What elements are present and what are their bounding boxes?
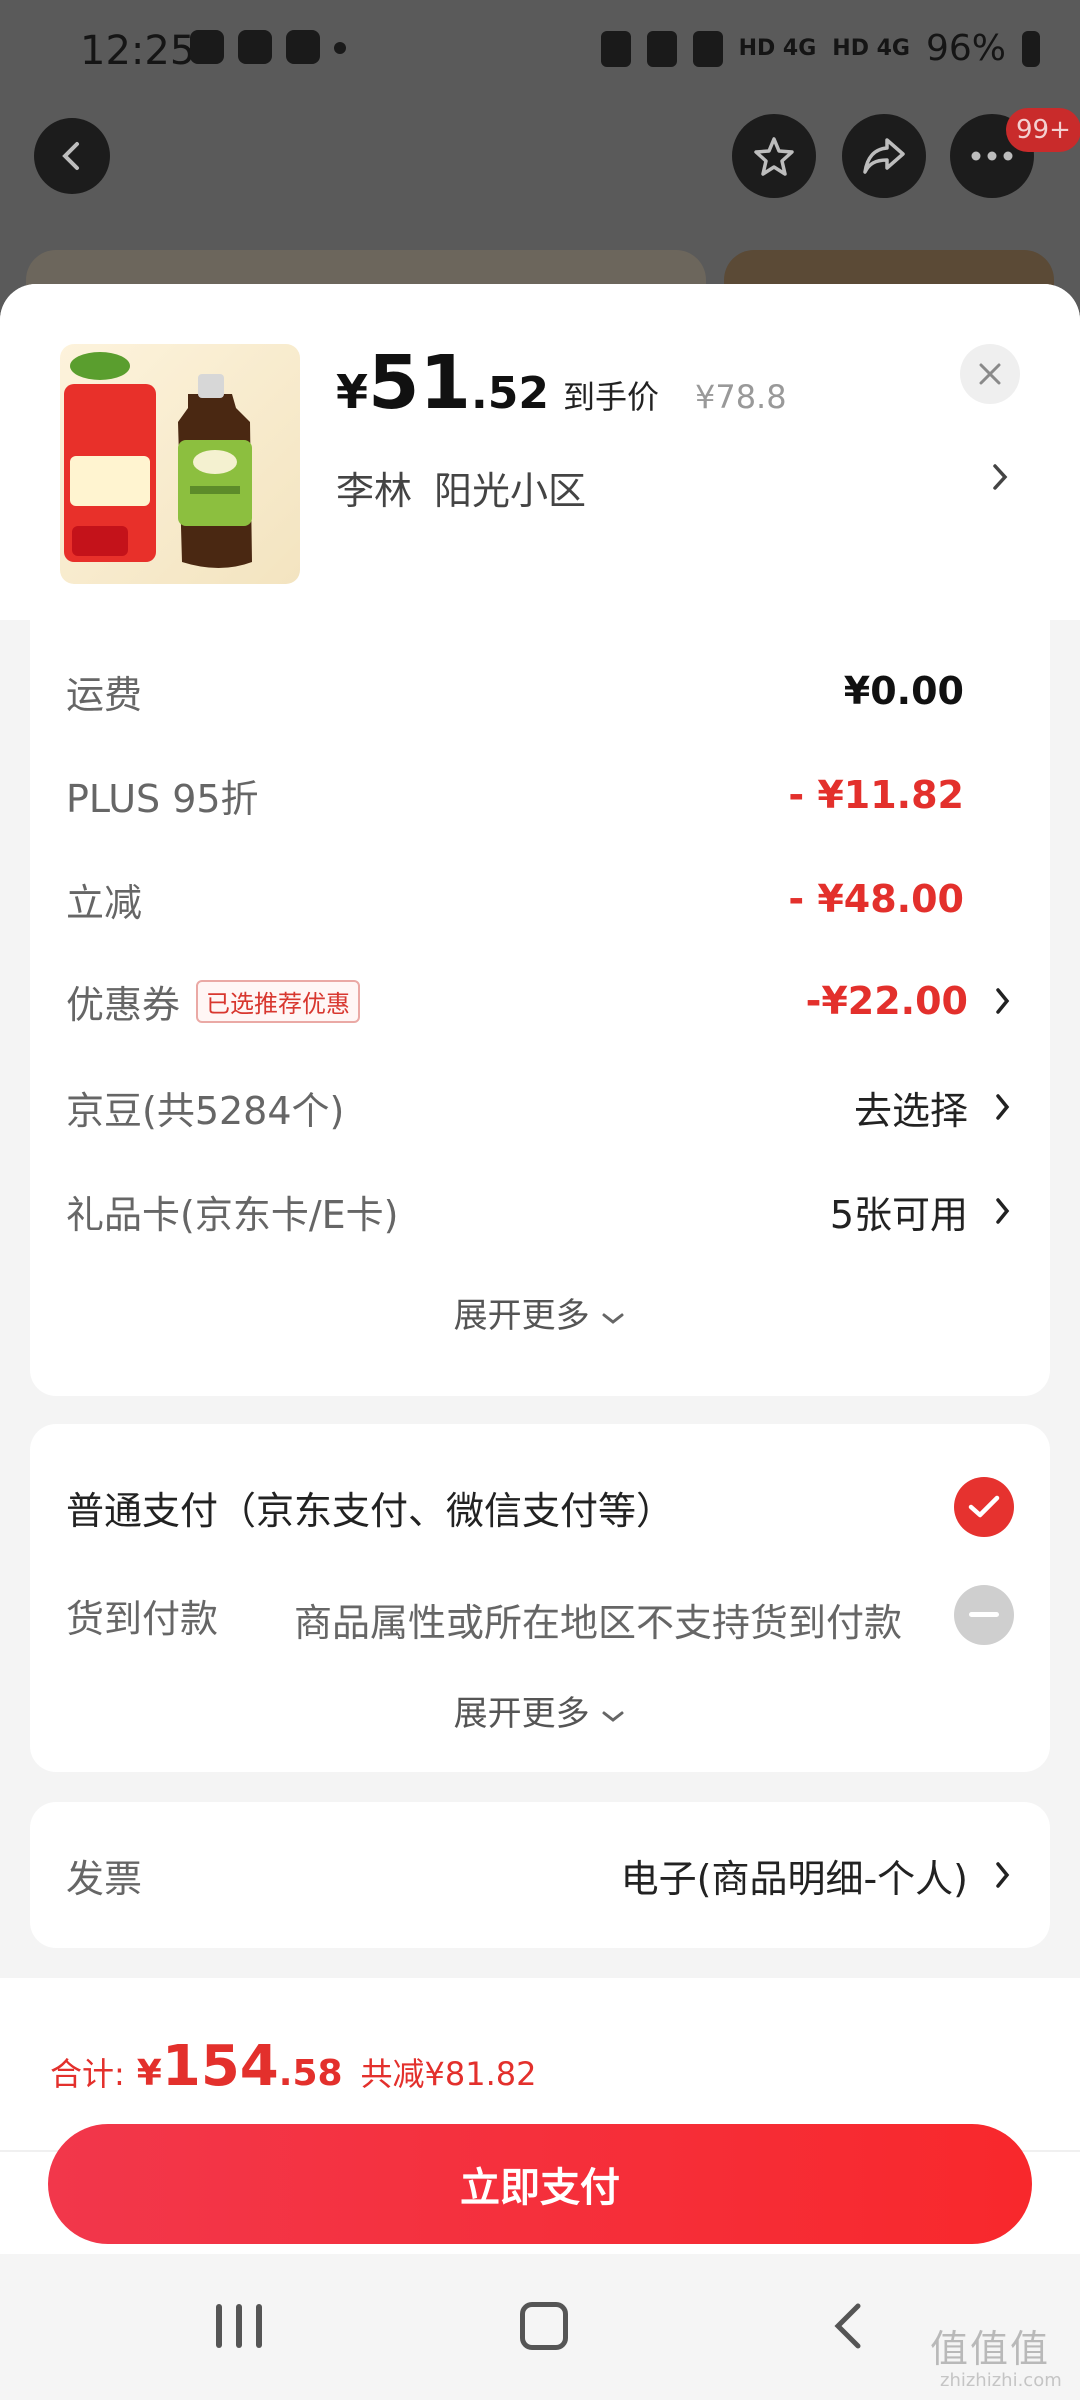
fee-value: - ¥48.00 [788,877,964,921]
sheet-header: ¥ 51 .52 到手价 ¥78.8 李林 阳光小区 [0,284,1080,620]
price-currency: ¥ [336,365,369,419]
chevron-down-icon [602,1711,624,1722]
payment-label: 普通支付（京东支付、微信支付等） [66,1488,675,1533]
fee-value: 去选择 [853,1088,968,1133]
fee-row-coupon[interactable]: 优惠券 已选推荐优惠 -¥22.00 [66,966,1014,1036]
product-thumbnail[interactable] [60,344,300,584]
dot-icon [334,42,346,54]
pay-now-button[interactable]: 立即支付 [48,2124,1032,2244]
oil-bottle-image [60,344,300,584]
more-dots-icon [971,151,1013,161]
invoice-value: 电子(商品明细-个人) [620,1856,968,1901]
disabled-icon [954,1585,1014,1645]
signal-icon-1: HD 4G [738,36,817,61]
system-nav-bar [0,2254,1080,2400]
fee-label: 立减 [66,880,143,925]
invoice-row[interactable]: 发票 电子(商品明细-个人) [66,1840,1014,1910]
favorite-button[interactable] [732,114,816,198]
price-decimal: .52 [471,368,549,419]
close-button[interactable] [960,344,1020,404]
watermark: 值值值 [930,2327,1051,2371]
original-price: ¥78.8 [694,378,787,416]
fee-row-instant-discount: 立减 - ¥48.00 [66,864,1014,934]
chevron-down-icon [602,1313,624,1324]
payment-card: 普通支付（京东支付、微信支付等） 货到付款 商品属性或所在地区不支持货到付款 展… [30,1424,1050,1772]
status-right: HD 4G HD 4G 96% [600,28,1040,69]
address-name: 李林 [336,469,413,513]
fee-value: - ¥11.82 [788,773,964,817]
star-icon [754,137,794,176]
total-decimal: .58 [278,2053,343,2094]
share-icon [863,138,905,174]
back-key-icon[interactable] [830,2300,866,2352]
fee-label: 礼品卡(京东卡/E卡) [66,1192,399,1237]
recycle-icon [600,30,631,67]
notification-icons [190,30,346,64]
invoice-label: 发票 [66,1856,143,1901]
fee-row-shipping: 运费 ¥0.00 [66,656,1014,726]
address-area: 阳光小区 [434,469,587,513]
expand-label: 展开更多 [453,1694,590,1734]
total-line: 合计: ¥ 154 .58 共减¥81.82 [50,2034,537,2099]
selected-check-icon[interactable] [954,1477,1014,1537]
chevron-right-icon[interactable] [990,460,1012,494]
alarm-icon [646,30,677,67]
price-line: ¥ 51 .52 到手价 ¥78.8 [336,340,787,426]
invoice-card[interactable]: 发票 电子(商品明细-个人) [30,1802,1050,1948]
battery-level: 96% [925,28,1006,69]
checkout-sheet: ¥ 51 .52 到手价 ¥78.8 李林 阳光小区 运费 ¥0.00 PLUS… [0,284,1080,2254]
chevron-right-icon [996,1094,1010,1120]
total-label: 合计: [50,2055,125,2093]
address-selector[interactable]: 李林 阳光小区 [336,460,586,515]
status-bar: 12:25 HD 4G HD 4G 96% [0,0,1080,100]
home-icon[interactable] [520,2302,568,2350]
fee-label: 优惠券 [66,982,181,1027]
cod-unavailable-note: 商品属性或所在地区不支持货到付款 [294,1601,903,1645]
watermark-url: zhizhizhi.com [940,2370,1062,2391]
chevron-right-icon [996,988,1010,1014]
expand-more-payment[interactable]: 展开更多 [30,1686,1050,1735]
chevron-right-icon [996,1198,1010,1224]
share-button[interactable] [842,114,926,198]
expand-more-fees[interactable]: 展开更多 [30,1288,1050,1337]
total-currency: ¥ [136,2053,162,2094]
wechat-icon [190,30,224,64]
fee-row-plus-discount: PLUS 95折 - ¥11.82 [66,760,1014,830]
app-icon [238,30,272,64]
fees-card: 运费 ¥0.00 PLUS 95折 - ¥11.82 立减 - ¥48.00 优… [30,620,1050,1396]
fee-value: -¥22.00 [805,979,968,1023]
expand-label: 展开更多 [453,1296,590,1336]
payment-option-normal[interactable]: 普通支付（京东支付、微信支付等） [66,1472,1014,1542]
fee-row-jingdou[interactable]: 京豆(共5284个) 去选择 [66,1072,1014,1142]
close-icon [979,363,1001,385]
price-integer: 51 [368,340,471,426]
back-button[interactable] [34,118,110,194]
total-savings: 共减¥81.82 [360,2055,537,2093]
status-time: 12:25 [80,28,196,74]
wifi-icon [692,30,723,67]
recommended-tag: 已选推荐优惠 [196,979,361,1023]
recent-apps-icon[interactable] [216,2304,262,2348]
battery-icon [1022,30,1040,67]
fee-label: 运费 [66,672,143,717]
chevron-left-icon [62,142,79,170]
fee-value: 5张可用 [829,1192,968,1237]
message-count-badge: 99+ [1006,108,1080,152]
gallery-icon [286,30,320,64]
total-integer: 154 [161,2034,279,2099]
final-price-label: 到手价 [562,378,659,416]
signal-icon-2: HD 4G [832,36,910,61]
fee-label: PLUS 95折 [66,776,259,821]
payment-label: 货到付款 [66,1596,219,1641]
fee-row-gift-card[interactable]: 礼品卡(京东卡/E卡) 5张可用 [66,1176,1014,1246]
fee-label: 京豆(共5284个) [66,1088,345,1133]
chevron-right-icon [996,1862,1010,1888]
fee-value: ¥0.00 [843,669,964,713]
